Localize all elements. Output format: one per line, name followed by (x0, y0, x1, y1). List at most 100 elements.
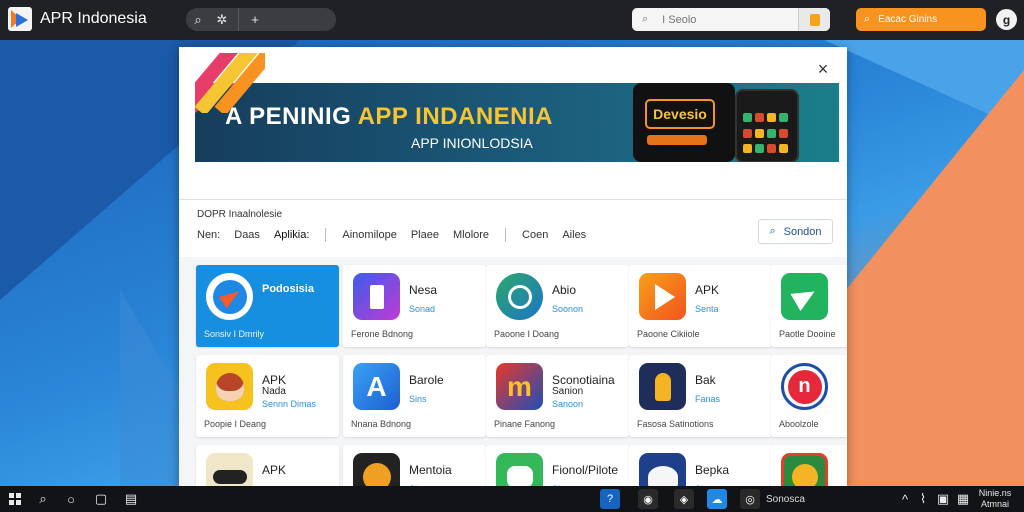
notification-icon[interactable]: ▦ (954, 490, 972, 508)
search-icon[interactable]: ⌕ (186, 8, 210, 31)
app-developer: Sanoon (552, 399, 584, 409)
app-name: Bepka (695, 463, 730, 477)
filter-item[interactable]: Ailes (562, 229, 586, 241)
app-category: Paotle Dooine (779, 329, 836, 339)
app-category: Pinane Fanong (494, 419, 556, 429)
search-button[interactable]: ⌕ Sondon (758, 219, 833, 244)
taskbar-app-label[interactable]: Sonosca (766, 494, 805, 505)
search-input[interactable] (662, 13, 783, 26)
filter-item[interactable]: Mlolore (453, 229, 489, 241)
orange-search-label: Eacac Ginins (878, 14, 938, 25)
chat-icon[interactable]: ▤ (122, 490, 140, 508)
filter-item[interactable]: Coen (522, 229, 548, 241)
search-icon[interactable]: ⌕ (34, 490, 52, 508)
filter-item[interactable]: Nen: (197, 229, 220, 241)
app-card[interactable]: Paotle Dooine⋮ (771, 265, 847, 347)
bear-app-icon (353, 453, 400, 487)
app-category: Fasosa Satinotions (637, 419, 714, 429)
filter-item-active[interactable]: Aplikia: (274, 229, 309, 241)
app-card[interactable]: APK Nada Sennn Dimas Poopie I Deang (196, 355, 339, 437)
app-logo-icon[interactable] (8, 7, 32, 31)
app-card[interactable]: Bak Fanas Fasosa Satinotions (629, 355, 772, 437)
eye-icon[interactable]: ◎ (740, 489, 760, 509)
app-name: APK (695, 283, 720, 297)
cloud-app-icon[interactable]: ☁ (707, 489, 727, 509)
app-card[interactable]: m Sconotiaina Sanion Sanoon Pinane Fanong (486, 355, 629, 437)
app-developer: Senta (695, 304, 719, 314)
app-category: Sonsiv I Dmrily (204, 329, 265, 339)
app-name: Sconotiaina (552, 373, 615, 387)
app-card[interactable]: Abio Soonon Paoone I Doang (486, 265, 629, 347)
promo-banner[interactable]: A PENINIG APP INDANENIA APP INIONLODSIA … (195, 83, 839, 162)
banner-headline: A PENINIG APP INDANENIA (225, 103, 553, 130)
phone-screen-text: Devesio (645, 99, 715, 129)
app-name-line2: Sanion (552, 386, 584, 397)
app-card[interactable]: nAboolzole⋮ (771, 355, 847, 437)
app-card[interactable]: Fionol/PiloteSinos (486, 445, 629, 487)
app-name: Podosisia (262, 283, 314, 295)
section-label: DOPR Inaalnolesie (197, 209, 283, 220)
network-icon[interactable]: ⌇ (914, 490, 932, 508)
app-card[interactable]: APK (196, 445, 339, 487)
extension-icon[interactable] (798, 8, 830, 31)
orange-search-button[interactable]: ⌕ Eacac Ginins (856, 8, 986, 31)
pin-icon[interactable]: ✲ (210, 8, 234, 31)
n-app-icon: n (781, 363, 828, 410)
filter-item[interactable]: Plaee (411, 229, 439, 241)
avatar-app-icon (206, 363, 253, 410)
plus-icon[interactable]: + (243, 8, 267, 31)
ship-app-icon (639, 453, 686, 487)
app-category: Aboolzole (779, 419, 819, 429)
filter-item[interactable]: Ainomilope (342, 229, 396, 241)
task-view-icon[interactable]: ○ (62, 490, 80, 508)
app-card[interactable]: Nesa Sonad Ferone Bdnong (343, 265, 486, 347)
search-icon: ⌕ (642, 13, 649, 25)
app-category: Ferone Bdnong (351, 329, 414, 339)
close-icon[interactable]: × (813, 59, 833, 79)
globe-app-icon (496, 273, 543, 320)
app-category: Poopie I Deang (204, 419, 267, 429)
help-app-icon[interactable]: ? (600, 489, 620, 509)
filter-item[interactable]: Daas (234, 229, 260, 241)
section-divider (179, 199, 847, 200)
app-card[interactable]: ⋮ (771, 445, 847, 487)
key-app-icon (639, 363, 686, 410)
app-developer: Fanas (695, 394, 721, 404)
app-card[interactable]: A Barole Sins Nnana Bdnong (343, 355, 486, 437)
clock[interactable]: Ninie.ns Atmnai (972, 488, 1018, 510)
shield-app-icon[interactable]: ◈ (674, 489, 694, 509)
phone-illustration: Devesio (633, 83, 735, 162)
chevron-up-icon[interactable]: ^ (896, 490, 914, 508)
app-category: Paoone Cikiiole (637, 329, 700, 339)
app-feature-icon (206, 273, 253, 320)
app-grid: Podosisia Sonsiv I Dmrily Nesa Sonad Ferone … (179, 257, 847, 487)
app-name: Abio (552, 283, 577, 297)
app-card[interactable]: MentoiaSinte (343, 445, 486, 487)
app-card[interactable]: BepkaSinto (629, 445, 772, 487)
search-field[interactable]: ⌕ (632, 8, 830, 31)
toolbar-pill: ⌕ ✲ + (186, 8, 336, 31)
profile-avatar[interactable]: g (996, 9, 1017, 30)
top-bar: APR Indonesia ⌕ ✲ + ⌕ ⌕ Eacac Ginins g (0, 0, 1024, 40)
app-developer: Sonad (409, 304, 436, 314)
app-category: Nnana Bdnong (351, 419, 412, 429)
app-name: APK (262, 373, 287, 387)
app-developer: Soonon (552, 304, 584, 314)
app-card[interactable]: APK Senta Paoone Cikiiole (629, 265, 772, 347)
banner-stripes (771, 137, 841, 197)
app-name: APK (262, 463, 287, 477)
app-title: APR Indonesia (40, 10, 147, 27)
filter-bar: Nen: Daas Aplikia: Ainomilope Plaee Mlol… (197, 228, 586, 242)
display-icon[interactable]: ▣ (934, 490, 952, 508)
ninja-app-icon (206, 453, 253, 487)
app-card[interactable]: Podosisia Sonsiv I Dmrily (196, 265, 339, 347)
appstore-app-icon: A (353, 363, 400, 410)
app-name: Barole (409, 373, 444, 387)
filter-divider (505, 228, 507, 242)
window-icon[interactable]: ▢ (92, 490, 110, 508)
windows-start-icon[interactable] (6, 490, 24, 508)
app-name-line2: Nada (262, 386, 286, 397)
search-icon: ⌕ (769, 225, 776, 237)
browser-icon[interactable]: ◉ (638, 489, 658, 509)
goat-app-icon (496, 453, 543, 487)
